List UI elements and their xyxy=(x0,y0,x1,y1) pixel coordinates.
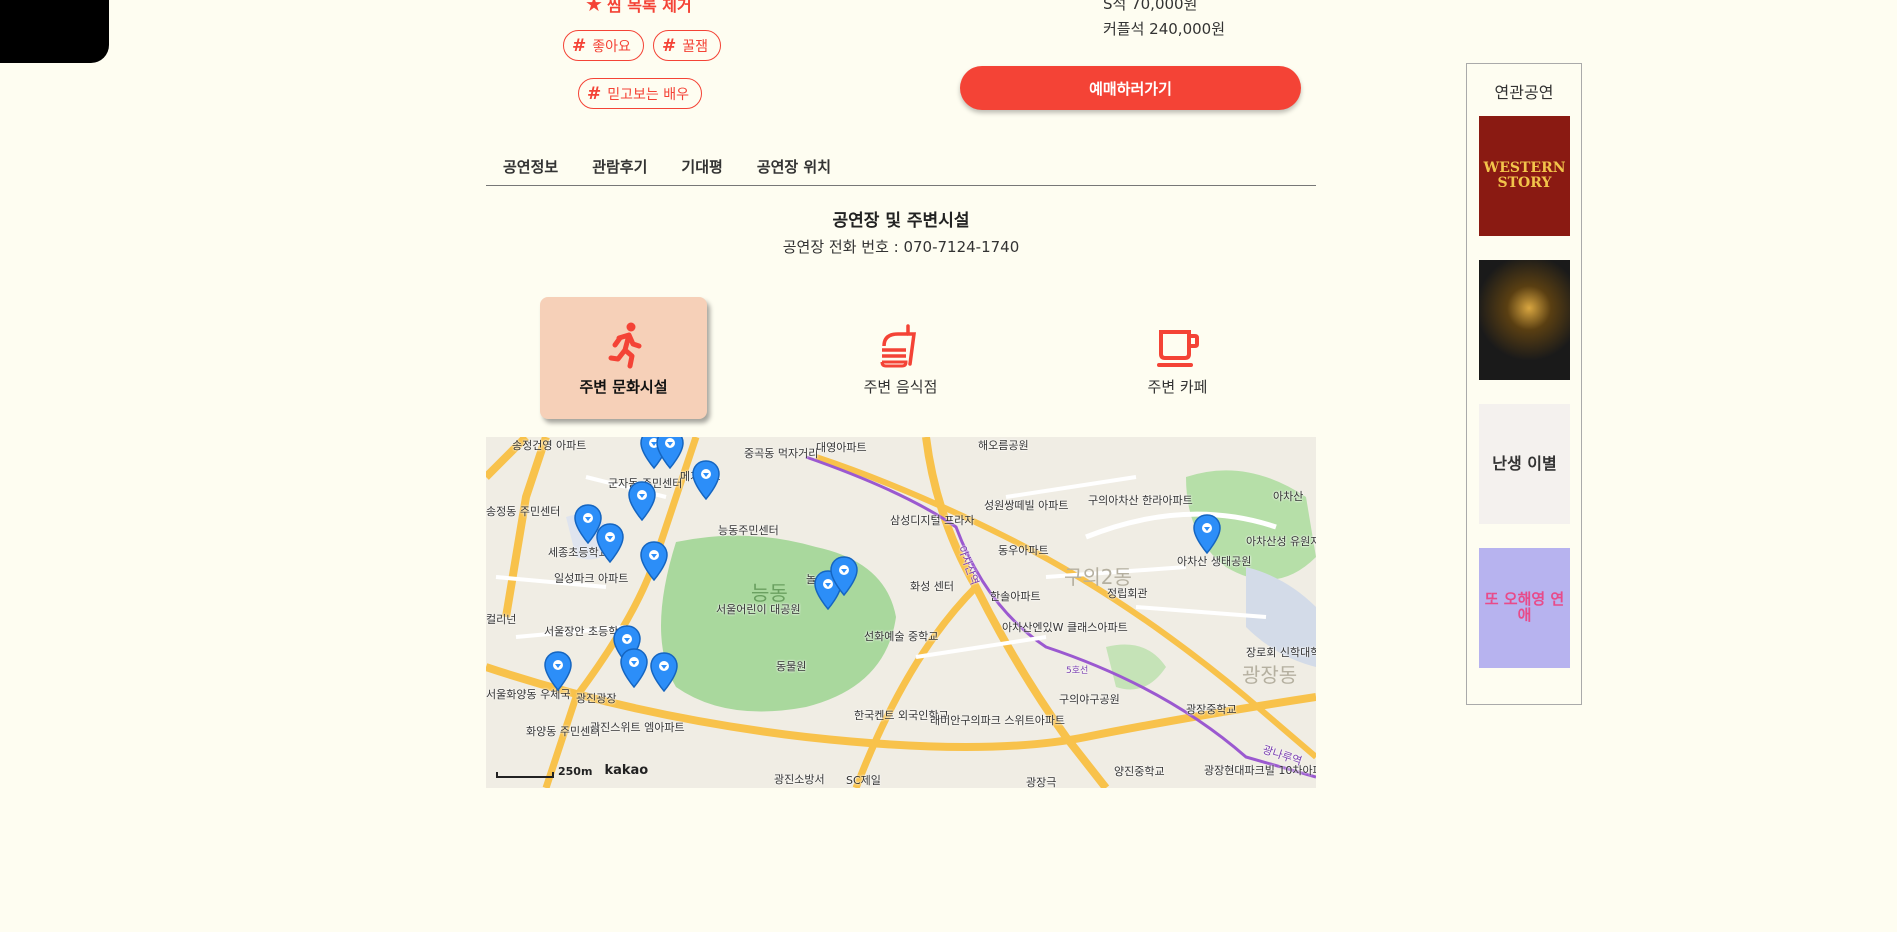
detail-tabs: 공연정보 관람후기 기대평 공연장 위치 xyxy=(486,150,1316,186)
map-marker-icon[interactable] xyxy=(628,481,656,521)
section-title: 공연장 및 주변시설 xyxy=(832,211,970,231)
map-label: 컬리넌 xyxy=(486,613,517,626)
burger-icon xyxy=(880,323,916,367)
tab-expectations[interactable]: 기대평 xyxy=(664,150,739,185)
map-label: 송정건영 아파트 xyxy=(512,439,587,452)
price-couple-seat: 커플석 240,000원 xyxy=(1103,20,1225,38)
map-label: 송정동 주민센터 xyxy=(486,505,561,518)
tag-label: 좋아요 xyxy=(592,38,631,55)
venue-phone: 공연장 전화 번호 : 070-7124-1740 xyxy=(782,238,1020,256)
related-poster-2[interactable] xyxy=(1479,260,1570,380)
map-label: 중곡동 먹자거리 xyxy=(744,447,819,460)
category-culture-button[interactable]: 주변 문화시설 xyxy=(540,297,707,419)
map-marker-icon[interactable] xyxy=(620,648,648,688)
related-poster-3[interactable]: 난생 이별 xyxy=(1479,404,1570,524)
map-label: 광진소방서 xyxy=(774,773,825,786)
map-label: SC제일 xyxy=(846,774,881,787)
map-label: 동우아파트 xyxy=(998,544,1049,557)
hash-icon: # xyxy=(572,35,587,56)
map-label: 구의야구공원 xyxy=(1059,693,1120,706)
map-marker-icon[interactable] xyxy=(692,460,720,500)
related-poster-1[interactable]: WESTERN STORY xyxy=(1479,116,1570,236)
map-label: 광진스위트 엠아파트 xyxy=(590,721,685,734)
map-label: 광장중학교 xyxy=(1186,703,1237,716)
related-poster-4[interactable]: 또 오해영 연애 xyxy=(1479,548,1570,668)
category-restaurant-button[interactable]: 주변 음식점 xyxy=(817,297,984,419)
map-label: 양진중학교 xyxy=(1114,765,1165,778)
map-label: 광장극 xyxy=(1026,776,1057,788)
tag-chip-like[interactable]: # 좋아요 xyxy=(563,30,644,61)
map-marker-icon[interactable] xyxy=(1193,514,1221,554)
map-label: 광진광장 xyxy=(576,692,617,705)
map-district-label: 구의2동 xyxy=(1064,565,1132,589)
poster-title: WESTERN STORY xyxy=(1483,160,1566,191)
map-label: 해오름공원 xyxy=(978,439,1029,452)
map-label: 구의아차산 한라아파트 xyxy=(1088,494,1193,507)
hash-icon: # xyxy=(587,83,602,104)
remove-favorite-link[interactable]: ★ 찜 목록 제거 xyxy=(585,0,692,16)
map-label: 아차산성 유원지 xyxy=(1246,535,1316,548)
map-brand-logo: kakao xyxy=(604,763,649,778)
map-marker-icon[interactable] xyxy=(596,523,624,563)
map-label: 래미안구의파크 스위트아파트 xyxy=(930,714,1066,727)
map-label: 아차산 생태공원 xyxy=(1177,555,1252,568)
poster-title: 또 오해영 연애 xyxy=(1484,590,1565,624)
sidebar-title: 연관공연 xyxy=(1494,83,1554,102)
map-district-label: 능동 xyxy=(751,581,788,605)
related-shows-sidebar: 연관공연 WESTERN STORY 난생 이별 또 오해영 연애 xyxy=(1466,63,1582,705)
tag-label: 꿀잼 xyxy=(682,38,709,55)
map-district-label: 광장동 xyxy=(1242,663,1298,687)
poster-title: 난생 이별 xyxy=(1492,453,1557,473)
star-icon: ★ xyxy=(585,0,603,16)
map-label: 동물원 xyxy=(776,660,807,673)
map-marker-icon[interactable] xyxy=(656,437,684,469)
map-marker-icon[interactable] xyxy=(544,651,572,691)
venue-map[interactable]: 송정건영 아파트 군자동 주민센터 메가박스 중곡동 먹자거리 대영아파트 해오… xyxy=(486,437,1316,788)
coffee-cup-icon xyxy=(1156,329,1199,367)
map-label: 일성파크 아파트 xyxy=(554,572,629,585)
scale-label: 250m xyxy=(558,765,593,778)
map-marker-icon[interactable] xyxy=(650,652,678,692)
map-label: 삼성디지털 프라자 xyxy=(890,514,975,527)
map-label: 아차산 xyxy=(1273,490,1304,503)
map-label: 화성 센터 xyxy=(910,580,954,593)
category-label: 주변 음식점 xyxy=(863,377,938,396)
book-ticket-button[interactable]: 예매하러가기 xyxy=(960,66,1301,110)
tag-label: 믿고보는 배우 xyxy=(607,86,689,103)
tag-chip-fun[interactable]: # 꿀잼 xyxy=(653,30,722,61)
map-label: 아차산엔있W 클래스아파트 xyxy=(1002,621,1128,634)
tag-chip-trusted-actor[interactable]: # 믿고보는 배우 xyxy=(578,78,702,109)
running-person-icon xyxy=(608,322,641,368)
category-cafe-button[interactable]: 주변 카페 xyxy=(1094,297,1261,419)
map-label: 한솔아파트 xyxy=(990,590,1041,603)
map-label: 대영아파트 xyxy=(816,441,867,454)
map-marker-icon[interactable] xyxy=(830,556,858,596)
scale-bar xyxy=(496,772,554,778)
map-label: 능동주민센터 xyxy=(718,524,779,537)
hash-icon: # xyxy=(662,35,677,56)
map-label: 선화예술 중학교 xyxy=(864,630,939,643)
map-label: 성원쌍떼빌 아파트 xyxy=(984,499,1069,512)
category-label: 주변 카페 xyxy=(1147,377,1208,396)
map-marker-icon[interactable] xyxy=(640,541,668,581)
map-line-label: 5호선 xyxy=(1066,666,1089,676)
map-scale: 250m kakao xyxy=(496,763,648,778)
map-label: 장로회 신학대학교 xyxy=(1246,646,1316,659)
category-label: 주변 문화시설 xyxy=(579,377,668,396)
corner-decoration xyxy=(0,0,109,63)
tab-venue-location[interactable]: 공연장 위치 xyxy=(740,150,848,185)
remove-favorite-label: 찜 목록 제거 xyxy=(606,0,692,15)
tab-reviews[interactable]: 관람후기 xyxy=(575,150,664,185)
tab-performance-info[interactable]: 공연정보 xyxy=(486,150,575,185)
price-s-seat: S석 70,000원 xyxy=(1103,0,1198,13)
